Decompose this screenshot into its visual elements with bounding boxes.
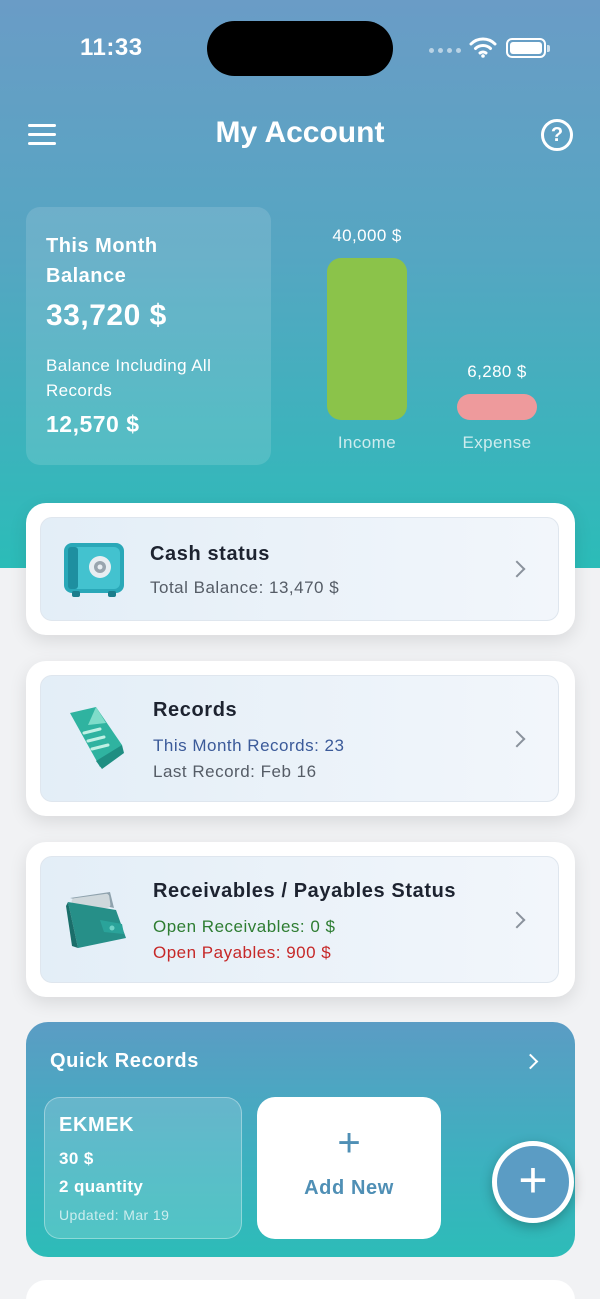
receivables-payables-card[interactable]: Receivables / Payables Status Open Recei… (26, 842, 575, 997)
cash-status-card[interactable]: Cash status Total Balance: 13,470 $ (26, 503, 575, 635)
add-new-label: Add New (304, 1177, 394, 1199)
expense-label: Expense (462, 433, 532, 452)
safe-icon (64, 543, 124, 597)
status-time: 11:33 (80, 34, 143, 61)
income-bar (327, 258, 407, 420)
cash-status-title: Cash status (150, 543, 270, 565)
last-record: Last Record: Feb 16 (153, 762, 317, 781)
wifi-icon (469, 37, 497, 58)
this-month-records: This Month Records: 23 (153, 736, 345, 755)
records-card[interactable]: Records This Month Records: 23 Last Reco… (26, 661, 575, 816)
quick-record-price: 30 $ (59, 1149, 94, 1168)
month-balance-label: This Month Balance (46, 235, 158, 287)
quick-record-name: EKMEK (59, 1114, 135, 1136)
next-card-partial (26, 1280, 575, 1299)
quick-record-updated: Updated: Mar 19 (59, 1207, 170, 1223)
quick-record-item[interactable]: EKMEK 30 $ 2 quantity Updated: Mar 19 (44, 1097, 242, 1239)
wallet-icon (66, 892, 126, 948)
battery-icon (506, 38, 550, 58)
income-value-label: 40,000 $ (332, 226, 402, 245)
open-receivables: Open Receivables: 0 $ (153, 917, 336, 936)
quick-record-quantity: 2 quantity (59, 1177, 144, 1196)
records-title: Records (153, 699, 238, 721)
dynamic-island (207, 21, 393, 76)
quick-records-panel: Quick Records EKMEK 30 $ 2 quantity Upda… (26, 1022, 575, 1257)
add-new-quick-record-button[interactable]: + Add New (257, 1097, 441, 1239)
cash-total-balance: Total Balance: 13,470 $ (150, 578, 340, 597)
income-label: Income (337, 433, 397, 452)
plus-icon: + (337, 1121, 361, 1165)
add-record-fab-button[interactable]: + (492, 1141, 574, 1223)
open-payables: Open Payables: 900 $ (153, 943, 332, 962)
expense-bar (457, 394, 537, 420)
chevron-right-icon[interactable] (522, 1053, 539, 1070)
page-title: My Account (215, 116, 385, 149)
all-records-balance-label: Balance Including All Records (46, 356, 212, 400)
expense-value-label: 6,280 $ (467, 362, 527, 381)
all-records-balance-value: 12,570 $ (46, 411, 140, 437)
receivables-payables-title: Receivables / Payables Status (153, 880, 457, 902)
month-balance-value: 33,720 $ (46, 299, 167, 332)
help-circle-icon[interactable]: ? (541, 119, 573, 151)
balance-card: This Month Balance 33,720 $ Balance Incl… (26, 207, 271, 465)
quick-records-title[interactable]: Quick Records (50, 1050, 199, 1073)
cellular-signal-icon (429, 48, 461, 53)
document-icon (70, 707, 124, 769)
